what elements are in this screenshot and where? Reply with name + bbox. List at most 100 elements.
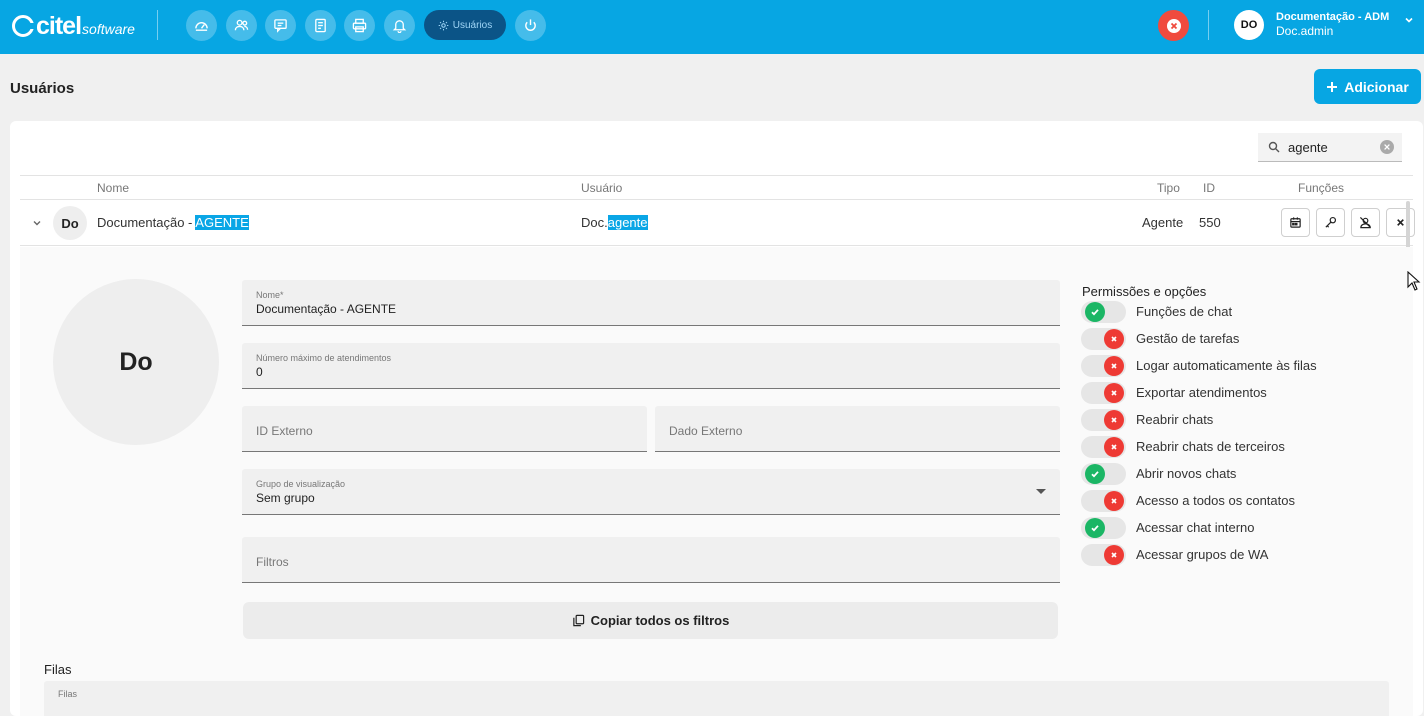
plus-icon: [1327, 81, 1338, 92]
permission-toggle[interactable]: [1081, 490, 1126, 512]
search-icon: [1268, 141, 1280, 153]
queues-title: Filas: [44, 662, 72, 677]
permission-toggle[interactable]: [1081, 301, 1126, 323]
logo-mark-icon: [12, 15, 35, 37]
header-usuario[interactable]: Usuário: [581, 181, 622, 195]
close-icon: [1104, 491, 1124, 511]
name-field-label: Nome*: [256, 290, 284, 300]
user-name[interactable]: Documentação - ADM: [1276, 11, 1389, 23]
filters-placeholder: Filtros: [256, 555, 289, 569]
external-id-field[interactable]: ID Externo: [242, 406, 647, 452]
nav-contacts-button[interactable]: [226, 10, 257, 41]
nav-dashboard-button[interactable]: [186, 10, 217, 41]
logo-word: citel: [36, 11, 82, 40]
queues-field-label: Filas: [58, 689, 78, 699]
key-icon: [1325, 216, 1337, 228]
permission-toggle[interactable]: [1081, 382, 1126, 404]
permission-item: Reabrir chats de terceiros: [1081, 436, 1381, 458]
permission-label: Logar automaticamente às filas: [1136, 358, 1317, 373]
permission-label: Funções de chat: [1136, 304, 1233, 319]
delete-user-button[interactable]: [1386, 208, 1415, 237]
page-title: Usuários: [10, 80, 75, 97]
close-circle-icon: [1166, 18, 1181, 33]
user-login[interactable]: Doc.admin: [1276, 24, 1333, 38]
max-attendances-field[interactable]: Número máximo de atendimentos 0: [242, 343, 1060, 389]
permission-label: Gestão de tarefas: [1136, 331, 1240, 346]
nav-logout-button[interactable]: [515, 10, 546, 41]
table-header: Nome Usuário Tipo ID Funções: [20, 175, 1413, 200]
permissions-title: Permissões e opções: [1082, 284, 1207, 299]
permission-item: Acessar grupos de WA: [1081, 544, 1381, 566]
row-name-prefix: Documentação -: [97, 215, 196, 230]
permission-label: Reabrir chats: [1136, 412, 1214, 427]
search-value: agente: [1288, 139, 1328, 155]
queues-field[interactable]: Filas: [44, 681, 1389, 716]
table-row[interactable]: Do Documentação - AGENTE Doc.agente Agen…: [20, 200, 1415, 246]
copy-icon: [572, 614, 584, 627]
user-off-icon: [1359, 216, 1372, 229]
logo-sub: software: [82, 21, 135, 37]
permission-toggle[interactable]: [1081, 463, 1126, 485]
nav-reports-button[interactable]: [305, 10, 336, 41]
header-tipo[interactable]: Tipo: [1157, 181, 1180, 195]
view-group-select[interactable]: Grupo de visualização Sem grupo: [242, 469, 1060, 515]
close-icon: [1104, 329, 1124, 349]
user-divider: [1208, 10, 1209, 40]
clear-search-icon[interactable]: [1380, 140, 1394, 154]
row-user: Doc.agente: [581, 215, 648, 230]
dashboard-icon: [195, 22, 208, 31]
view-group-label: Grupo de visualização: [256, 479, 346, 489]
permission-label: Acesso a todos os contatos: [1136, 493, 1295, 508]
collapse-chevron-icon[interactable]: [32, 216, 42, 231]
permission-toggle[interactable]: [1081, 355, 1126, 377]
permission-item: Acesso a todos os contatos: [1081, 490, 1381, 512]
header-nome[interactable]: Nome: [97, 181, 129, 195]
nav-print-button[interactable]: [344, 10, 375, 41]
close-icon: [1104, 383, 1124, 403]
permission-toggle[interactable]: [1081, 328, 1126, 350]
permission-toggle[interactable]: [1081, 517, 1126, 539]
row-id: 550: [1199, 215, 1221, 230]
nav-users-button[interactable]: Usuários: [424, 10, 506, 40]
permission-toggle[interactable]: [1081, 409, 1126, 431]
max-attendances-value: 0: [256, 365, 263, 379]
header-funcoes: Funções: [1298, 181, 1345, 195]
chevron-down-icon[interactable]: [1404, 13, 1414, 28]
nav-users-label: Usuários: [452, 19, 493, 31]
schedule-button[interactable]: [1281, 208, 1310, 237]
filters-field[interactable]: Filtros: [242, 537, 1060, 583]
disable-user-button[interactable]: [1351, 208, 1380, 237]
permission-toggle[interactable]: [1081, 544, 1126, 566]
disconnect-button[interactable]: [1158, 10, 1189, 41]
contacts-icon: [234, 19, 249, 31]
permission-item: Gestão de tarefas: [1081, 328, 1381, 350]
row-name: Documentação - AGENTE: [97, 215, 249, 230]
search-input[interactable]: agente: [1258, 133, 1402, 162]
check-icon: [1085, 302, 1105, 322]
name-field[interactable]: Nome* Documentação - AGENTE: [242, 280, 1060, 326]
copy-filters-button[interactable]: Copiar todos os filtros: [243, 602, 1058, 639]
close-icon: [1104, 410, 1124, 430]
permission-toggle[interactable]: [1081, 436, 1126, 458]
chat-icon: [274, 19, 287, 33]
change-password-button[interactable]: [1316, 208, 1345, 237]
permission-item: Logar automaticamente às filas: [1081, 355, 1381, 377]
nav-notifications-button[interactable]: [384, 10, 415, 41]
header-id[interactable]: ID: [1203, 181, 1215, 195]
external-data-field[interactable]: Dado Externo: [655, 406, 1060, 452]
permission-label: Exportar atendimentos: [1136, 385, 1267, 400]
citel-logo[interactable]: citel software: [12, 11, 135, 41]
add-user-button[interactable]: Adicionar: [1314, 69, 1421, 104]
close-icon: [1104, 437, 1124, 457]
external-data-placeholder: Dado Externo: [669, 424, 743, 438]
power-icon: [525, 19, 536, 31]
permission-item: Acessar chat interno: [1081, 517, 1381, 539]
row-user-prefix: Doc.: [581, 215, 608, 230]
calendar-icon: [1290, 217, 1301, 228]
user-big-avatar[interactable]: Do: [53, 279, 219, 445]
nav-chat-button[interactable]: [265, 10, 296, 41]
dropdown-arrow-icon[interactable]: [1036, 489, 1046, 494]
user-detail-panel: Do Nome* Documentação - AGENTE Número má…: [20, 247, 1413, 716]
user-avatar[interactable]: DO: [1234, 10, 1264, 40]
name-field-value: Documentação - AGENTE: [256, 302, 397, 316]
